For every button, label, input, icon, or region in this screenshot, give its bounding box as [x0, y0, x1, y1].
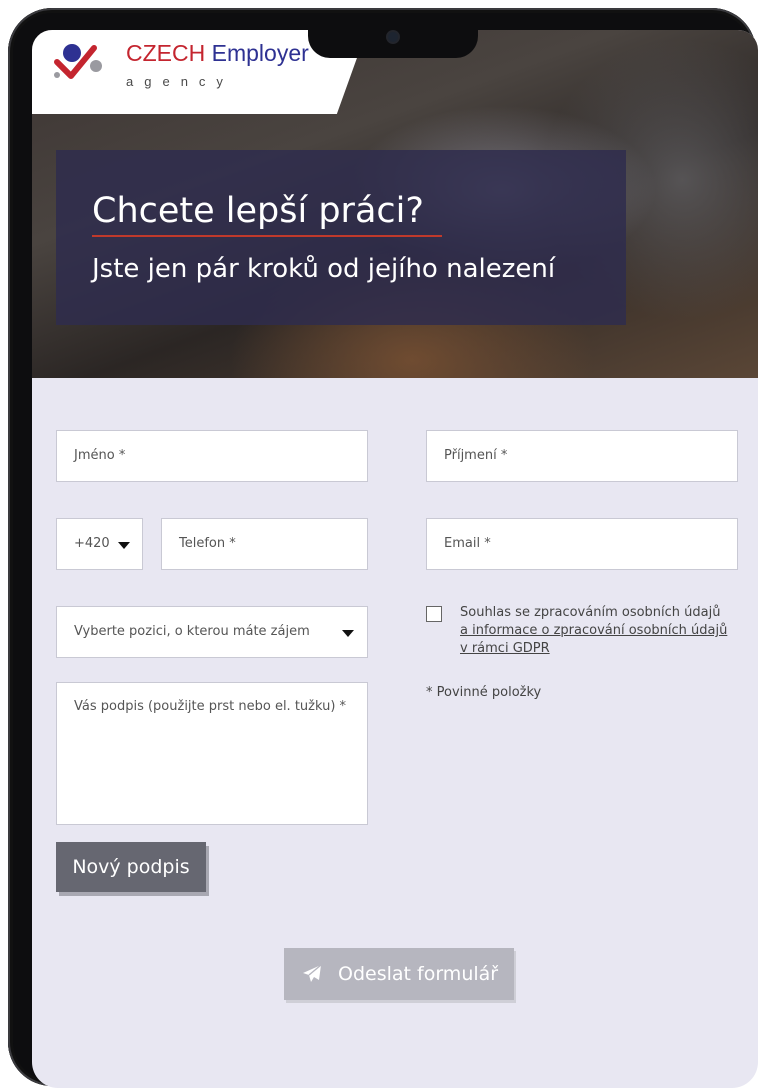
phone-input[interactable]: Telefon *	[161, 518, 368, 570]
caret-down-icon	[342, 630, 354, 637]
consent-text: Souhlas se zpracováním osobních údajů a …	[460, 604, 727, 658]
caret-down-icon	[118, 542, 130, 549]
signature-placeholder: Vás podpis (použijte prst nebo el. tužku…	[74, 699, 347, 714]
signature-pad[interactable]: Vás podpis (použijte prst nebo el. tužku…	[56, 682, 368, 825]
country-code-value: +420	[74, 536, 110, 551]
first-name-placeholder: Jméno *	[74, 448, 126, 463]
country-code-select[interactable]: +420	[56, 518, 143, 570]
paper-plane-icon	[303, 964, 322, 982]
hero-banner: CZECH Employer agency Chcete lepší práci…	[32, 30, 758, 378]
required-note: * Povinné položky	[426, 685, 542, 700]
gdpr-link[interactable]: a informace o zpracování osobních údajů	[460, 622, 727, 640]
headline-box: Chcete lepší práci? Jste jen pár kroků o…	[56, 150, 626, 325]
brand-name-blue: Employer	[211, 40, 309, 66]
position-select[interactable]: Vyberte pozici, o kterou máte zájem	[56, 606, 368, 658]
screen: CZECH Employer agency Chcete lepší práci…	[32, 30, 758, 1088]
brand-name-red: CZECH	[126, 40, 206, 66]
last-name-input[interactable]: Příjmení *	[426, 430, 738, 482]
brand-sub: agency	[126, 74, 234, 89]
email-placeholder: Email *	[444, 536, 491, 551]
submit-button[interactable]: Odeslat formulář	[284, 948, 514, 1000]
last-name-placeholder: Příjmení *	[444, 448, 508, 463]
submit-label: Odeslat formulář	[338, 963, 499, 985]
camera-notch	[308, 18, 478, 58]
hero-subtitle: Jste jen pár kroků od jejího nalezení	[92, 254, 556, 284]
consent-checkbox[interactable]	[426, 606, 442, 622]
camera-icon	[388, 32, 398, 42]
brand-name: CZECH Employer	[126, 40, 309, 67]
gdpr-link-rest[interactable]: v rámci GDPR	[460, 640, 727, 658]
hero-title: Chcete lepší práci?	[92, 191, 424, 231]
first-name-input[interactable]: Jméno *	[56, 430, 368, 482]
tablet-frame: CZECH Employer agency Chcete lepší práci…	[8, 8, 758, 1088]
title-underline	[92, 235, 442, 237]
email-input[interactable]: Email *	[426, 518, 738, 570]
consent-line: Souhlas se zpracováním osobních údajů	[460, 605, 721, 620]
phone-placeholder: Telefon *	[179, 536, 236, 551]
new-signature-button[interactable]: Nový podpis	[56, 842, 206, 892]
logo-icon	[54, 44, 102, 79]
position-placeholder: Vyberte pozici, o kterou máte zájem	[74, 624, 310, 639]
